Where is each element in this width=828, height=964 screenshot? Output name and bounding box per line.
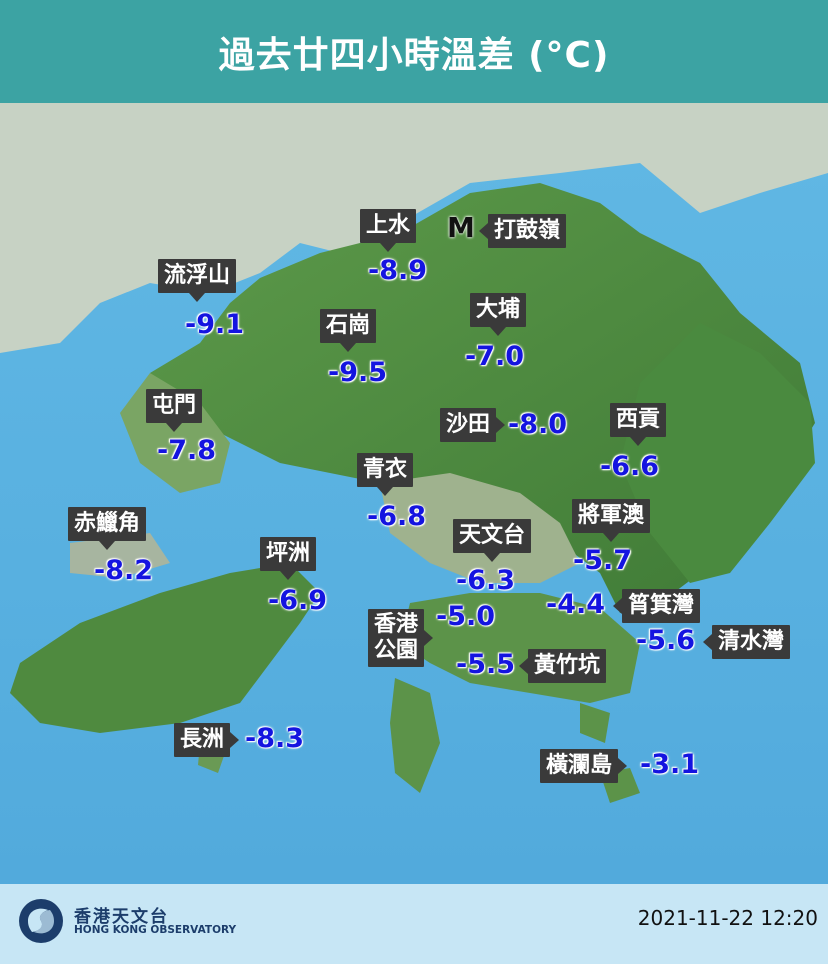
station-value-wong-chuk-hang: -5.5 <box>456 649 516 680</box>
station-tag-ta-kwu-ling: 打鼓嶺 <box>478 214 567 248</box>
temperature-map: 上水 -8.9 M 打鼓嶺 流浮山 -9.1 石崗 -9.5 大埔 -7.0 屯… <box>0 103 828 884</box>
station-value-tai-po: -7.0 <box>465 341 525 372</box>
timestamp: 2021-11-22 12:20 <box>637 906 818 930</box>
station-value-sai-kung: -6.6 <box>600 451 660 482</box>
station-value-tseung-kwan-o: -5.7 <box>573 545 633 576</box>
station-tag-tuen-mun: 屯門 <box>146 389 203 432</box>
station-tag-waglan: 橫瀾島 <box>540 749 628 783</box>
station-value-tuen-mun: -7.8 <box>157 435 217 466</box>
station-value-peng-chau: -6.9 <box>268 585 328 616</box>
station-value-lau-fau-shan: -9.1 <box>185 309 245 340</box>
station-value-hk-park: -5.0 <box>436 601 496 632</box>
station-value-clear-water-bay: -5.6 <box>636 625 696 656</box>
station-tag-clear-water-bay: 清水灣 <box>702 625 791 659</box>
station-tag-tai-po: 大埔 <box>470 293 527 336</box>
station-tag-lau-fau-shan: 流浮山 <box>158 259 237 302</box>
station-value-shek-kong: -9.5 <box>328 357 388 388</box>
station-tag-tseung-kwan-o: 將軍澳 <box>572 499 651 542</box>
station-tag-cheung-chau: 長洲 <box>174 723 240 757</box>
observatory-logo-icon <box>19 899 63 943</box>
station-tag-shek-kong: 石崗 <box>320 309 377 352</box>
station-value-cheung-chau: -8.3 <box>245 723 305 754</box>
station-value-tsing-yi: -6.8 <box>367 501 427 532</box>
station-tag-sheung-shui: 上水 <box>360 209 417 252</box>
station-tag-wong-chuk-hang: 黃竹坑 <box>518 649 607 683</box>
station-tag-hko: 天文台 <box>453 519 532 562</box>
observatory-name-en: HONG KONG OBSERVATORY <box>74 924 237 936</box>
station-tag-sai-kung: 西貢 <box>610 403 667 446</box>
station-tag-peng-chau: 坪洲 <box>260 537 317 580</box>
station-value-shau-kei-wan: -4.4 <box>546 589 606 620</box>
lamma-island <box>390 678 440 793</box>
station-tag-sha-tin: 沙田 <box>440 408 506 442</box>
page-title: 過去廿四小時溫差 (°C) <box>0 0 828 103</box>
station-value-sheung-shui: -8.9 <box>368 255 428 286</box>
station-value-waglan: -3.1 <box>640 749 700 780</box>
station-value-sha-tin: -8.0 <box>508 409 568 440</box>
station-tag-hk-park: 香港 公園 <box>368 609 434 667</box>
station-tag-shau-kei-wan: 筲箕灣 <box>612 589 701 623</box>
po-toi-island <box>580 703 610 743</box>
station-tag-tsing-yi: 青衣 <box>357 453 414 496</box>
station-tag-chek-lap-kok: 赤鱲角 <box>68 507 147 550</box>
station-value-hko: -6.3 <box>456 565 516 596</box>
m-marker: M <box>447 211 475 244</box>
station-value-chek-lap-kok: -8.2 <box>94 555 154 586</box>
